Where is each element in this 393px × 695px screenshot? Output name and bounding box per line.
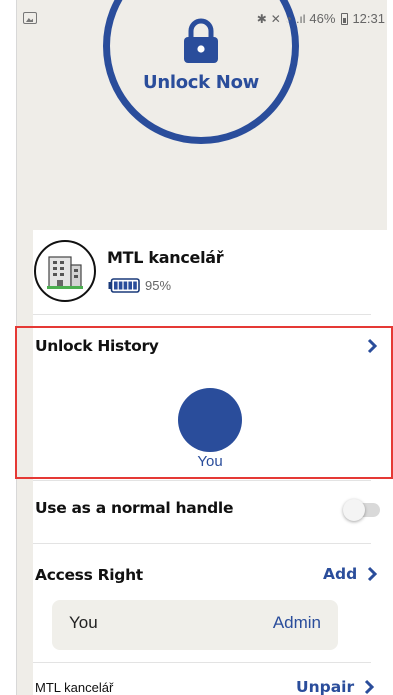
signal-icon: .ıl xyxy=(296,11,306,26)
access-user-name: You xyxy=(69,613,98,632)
access-user-role: Admin xyxy=(272,613,321,632)
gallery-icon xyxy=(23,12,37,24)
unlock-history-title: Unlock History xyxy=(35,337,159,355)
device-name: MTL kancelář xyxy=(107,248,224,267)
wifi-icon: ◔ xyxy=(284,11,293,26)
add-label: Add xyxy=(323,565,358,583)
divider xyxy=(33,314,371,315)
history-user-name: You xyxy=(197,453,223,470)
normal-handle-toggle[interactable] xyxy=(343,499,380,521)
device-row[interactable]: MTL kancelář 95% xyxy=(33,230,387,314)
normal-handle-label: Use as a normal handle xyxy=(35,499,234,517)
divider xyxy=(33,480,371,481)
status-battery-icon xyxy=(341,12,349,25)
access-right-title: Access Right xyxy=(35,566,143,584)
unlock-now-label: Unlock Now xyxy=(143,72,259,93)
battery-bar xyxy=(114,281,118,290)
status-bar: ✱ ✕ ◔ .ıl 46% 12:31 xyxy=(17,0,387,46)
battery-icon xyxy=(108,278,140,293)
battery-bar xyxy=(118,281,123,290)
right-frame xyxy=(387,0,393,695)
add-access-button[interactable]: Add xyxy=(323,565,378,583)
history-user-avatar[interactable] xyxy=(178,388,242,452)
device-card: MTL kancelář 95% Unlock History You Use … xyxy=(33,230,387,695)
mute-icon: ✕ xyxy=(270,11,281,26)
building-icon xyxy=(47,256,83,289)
status-time: 12:31 xyxy=(352,11,385,26)
footer-device-name: MTL kancelář xyxy=(35,680,114,695)
battery-bar xyxy=(128,281,132,290)
chevron-right-icon xyxy=(365,679,375,695)
battery-bar xyxy=(123,281,128,290)
divider xyxy=(33,662,371,663)
left-frame xyxy=(0,0,17,695)
app-screen: ✱ ✕ ◔ .ıl 46% 12:31 Unlock Now MTL kance… xyxy=(17,0,387,695)
device-battery-text: 95% xyxy=(145,278,172,293)
access-user-row[interactable]: You Admin xyxy=(52,600,338,650)
status-icons: ✱ ✕ ◔ .ıl 46% 12:31 xyxy=(257,11,385,26)
battery-bar xyxy=(133,281,137,290)
bluetooth-icon: ✱ xyxy=(256,11,267,26)
unpair-label: Unpair xyxy=(296,678,355,695)
toggle-knob xyxy=(343,499,365,521)
device-battery: 95% xyxy=(108,278,171,293)
divider xyxy=(33,543,371,544)
device-avatar xyxy=(34,240,96,302)
unpair-button[interactable]: Unpair xyxy=(296,678,375,695)
chevron-right-icon xyxy=(368,566,378,582)
status-battery-percent: 46% xyxy=(309,11,336,26)
chevron-right-icon[interactable] xyxy=(365,337,379,355)
